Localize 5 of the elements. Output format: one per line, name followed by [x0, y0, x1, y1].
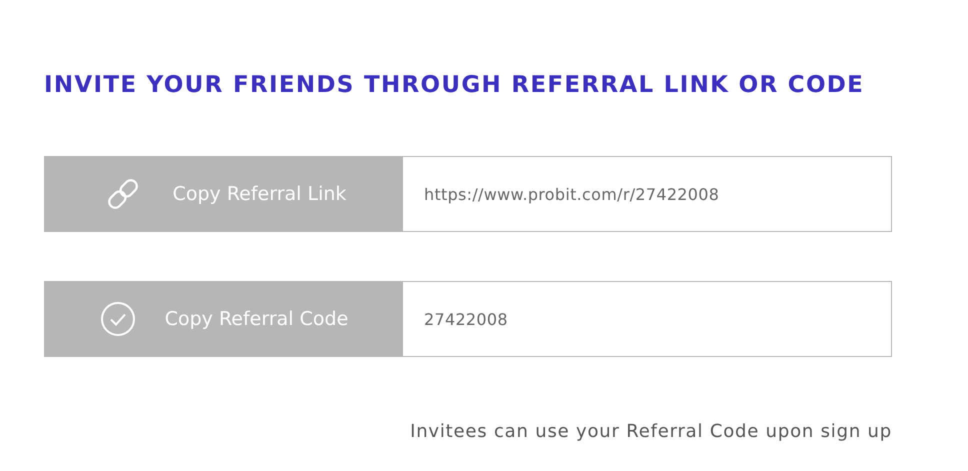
check-circle-icon — [98, 300, 137, 338]
input-field[interactable]: 27422008 — [403, 281, 892, 357]
hint-text: Invitees can use your Referral Code upon sign up — [409, 421, 892, 442]
section-title: INVITE YOUR FRIENDS THROUGH REFERRAL LINK OR CODE — [44, 72, 866, 98]
input-field[interactable]: https://www.probit.com/r/27422008 — [403, 156, 892, 232]
